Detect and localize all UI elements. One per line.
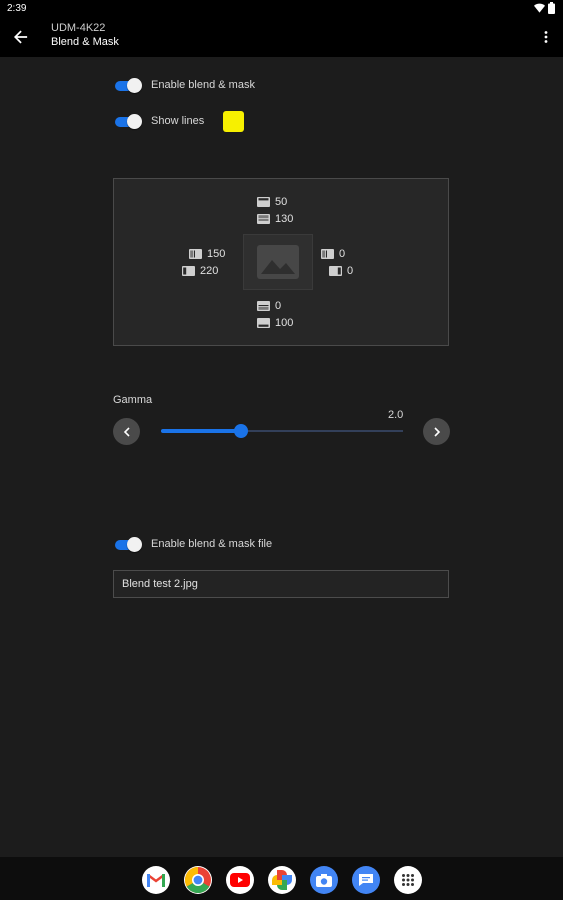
enable-blend-mask-file-toggle[interactable] xyxy=(114,537,142,553)
left-mask-value[interactable]: 220 xyxy=(182,265,218,277)
right-mask-icon xyxy=(329,266,342,276)
messages-icon xyxy=(359,874,373,886)
device-name: UDM-4K22 xyxy=(51,22,106,34)
chevron-left-icon xyxy=(123,426,130,437)
bottom-mask-value[interactable]: 0 xyxy=(257,300,281,312)
toggle-thumb xyxy=(127,78,142,93)
show-lines-label: Show lines xyxy=(151,115,205,127)
youtube-app-icon[interactable] xyxy=(226,866,254,894)
right-mask-text: 0 xyxy=(347,265,354,277)
youtube-icon xyxy=(230,873,250,887)
chrome-icon xyxy=(185,867,211,893)
right-blend-value[interactable]: 0 xyxy=(321,248,345,260)
gamma-slider[interactable] xyxy=(161,424,403,440)
image-icon xyxy=(257,245,299,279)
enable-blend-mask-toggle[interactable] xyxy=(114,78,142,94)
right-blend-text: 0 xyxy=(339,248,346,260)
line-color-swatch[interactable] xyxy=(223,111,244,132)
top-mask-text: 130 xyxy=(275,213,294,225)
app-bar: UDM-4K22 Blend & Mask xyxy=(0,18,563,57)
top-blend-text: 50 xyxy=(275,196,288,208)
blend-mask-file-input[interactable] xyxy=(114,571,448,597)
chrome-app-icon[interactable] xyxy=(184,866,212,894)
gamma-label: Gamma xyxy=(113,394,153,406)
bottom-blend-value[interactable]: 100 xyxy=(257,317,293,329)
bottom-mask-icon xyxy=(257,301,270,311)
gmail-app-icon[interactable] xyxy=(142,866,170,894)
bottom-mask-text: 0 xyxy=(275,300,282,312)
toggle-thumb xyxy=(127,537,142,552)
bottom-blend-icon xyxy=(257,318,270,328)
page-title: Blend & Mask xyxy=(51,36,119,48)
top-mask-icon xyxy=(257,214,270,224)
arrow-back-icon xyxy=(14,30,28,44)
left-blend-icon xyxy=(189,249,202,259)
right-blend-icon xyxy=(321,249,334,259)
blend-mask-file-field[interactable] xyxy=(113,570,449,598)
app-drawer-button[interactable] xyxy=(394,866,422,894)
enable-blend-mask-label: Enable blend & mask xyxy=(151,79,255,91)
chevron-right-icon xyxy=(433,426,440,437)
gamma-decrease-button[interactable] xyxy=(113,418,140,445)
slider-fill xyxy=(161,429,241,433)
bottom-blend-text: 100 xyxy=(275,317,294,329)
status-icons xyxy=(534,2,555,14)
status-time: 2:39 xyxy=(7,3,27,14)
slider-thumb[interactable] xyxy=(234,424,248,438)
right-mask-value[interactable]: 0 xyxy=(329,265,353,277)
top-blend-value[interactable]: 50 xyxy=(257,196,287,208)
enable-blend-mask-file-label: Enable blend & mask file xyxy=(151,538,273,550)
wifi-icon xyxy=(534,3,545,13)
show-lines-toggle[interactable] xyxy=(114,114,142,130)
messages-app-icon[interactable] xyxy=(352,866,380,894)
gamma-increase-button[interactable] xyxy=(423,418,450,445)
gamma-value: 2.0 xyxy=(388,409,404,421)
photos-app-icon[interactable] xyxy=(268,866,296,894)
top-blend-icon xyxy=(257,197,270,207)
toggle-thumb xyxy=(127,114,142,129)
gmail-icon xyxy=(147,874,165,887)
image-placeholder xyxy=(243,234,313,290)
app-grid-icon xyxy=(402,874,414,886)
left-blend-value[interactable]: 150 xyxy=(189,248,225,260)
status-bar: 2:39 xyxy=(0,0,563,18)
camera-icon xyxy=(316,873,332,887)
left-mask-icon xyxy=(182,266,195,276)
top-mask-value[interactable]: 130 xyxy=(257,213,293,225)
overflow-menu-button[interactable] xyxy=(539,26,553,48)
back-button[interactable] xyxy=(10,26,32,48)
camera-app-icon[interactable] xyxy=(310,866,338,894)
battery-icon xyxy=(548,2,555,14)
photos-icon xyxy=(272,870,292,890)
left-blend-text: 150 xyxy=(207,248,226,260)
left-mask-text: 220 xyxy=(200,265,219,277)
more-vert-icon xyxy=(544,31,548,43)
